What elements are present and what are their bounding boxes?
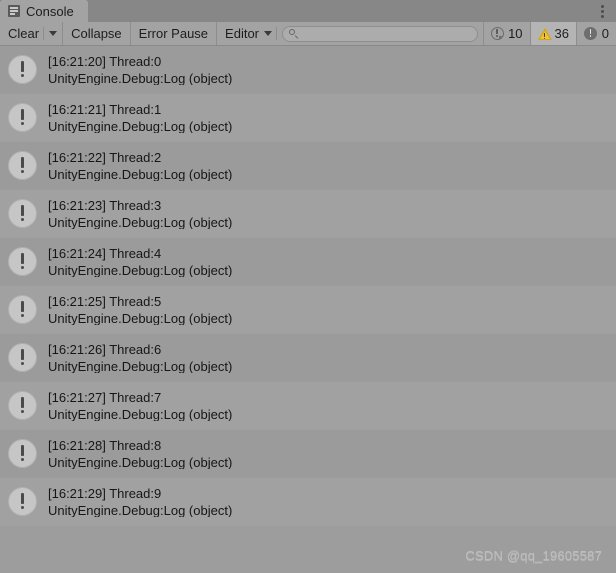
log-row-message: [16:21:22] Thread:2	[48, 150, 162, 165]
log-row-message: [16:21:29] Thread:9	[48, 486, 162, 501]
log-row[interactable]: [16:21:21] Thread:1 UnityEngine.Debug:Log…	[0, 94, 616, 142]
log-bubble-icon	[8, 391, 38, 422]
console-sheet-icon	[8, 5, 20, 17]
log-row[interactable]: [16:21:29] Thread:9 UnityEngine.Debug:Log…	[0, 478, 616, 526]
error-counter[interactable]: 0	[577, 22, 616, 45]
log-bubble-icon	[491, 26, 505, 41]
search-input[interactable]	[282, 25, 479, 42]
tab-console[interactable]: Console	[0, 0, 88, 22]
log-counter[interactable]: 10	[484, 22, 531, 45]
log-row-stacktrace: UnityEngine.Debug:Log (object)	[48, 70, 233, 86]
console-window: Console Clear Collapse Error Pause Edito…	[0, 0, 616, 573]
warning-triangle-icon	[537, 27, 552, 41]
editor-dropdown-button[interactable]: Editor	[217, 22, 277, 45]
log-row-stacktrace: UnityEngine.Debug:Log (object)	[48, 262, 233, 278]
log-counter-value: 10	[508, 26, 523, 41]
warning-counter-value: 36	[554, 26, 569, 41]
log-row-stacktrace: UnityEngine.Debug:Log (object)	[48, 310, 233, 326]
log-row-message: [16:21:28] Thread:8	[48, 438, 162, 453]
log-row-stacktrace: UnityEngine.Debug:Log (object)	[48, 358, 233, 374]
log-row-text: [16:21:23] Thread:3 UnityEngine.Debug:Log…	[48, 199, 232, 229]
log-list[interactable]: [16:21:20] Thread:0 UnityEngine.Debug:Log…	[0, 46, 616, 573]
log-bubble-icon	[8, 199, 38, 230]
error-bubble-icon	[584, 26, 598, 41]
log-row-message: [16:21:25] Thread:5	[48, 294, 162, 309]
log-row-stacktrace: UnityEngine.Debug:Log (object)	[48, 406, 233, 422]
kebab-menu-icon[interactable]	[592, 0, 612, 22]
log-row-text: [16:21:28] Thread:8 UnityEngine.Debug:Log…	[48, 439, 232, 469]
log-row-stacktrace: UnityEngine.Debug:Log (object)	[48, 166, 233, 182]
log-row-text: [16:21:20] Thread:0 UnityEngine.Debug:Log…	[48, 55, 232, 85]
error-counter-value: 0	[601, 26, 609, 41]
log-row-text: [16:21:24] Thread:4 UnityEngine.Debug:Log…	[48, 247, 232, 277]
log-row-message: [16:21:20] Thread:0	[48, 54, 162, 69]
tab-console-label: Console	[26, 3, 74, 19]
collapse-button-label: Collapse	[71, 26, 122, 41]
log-bubble-icon	[8, 487, 38, 518]
log-row-text: [16:21:22] Thread:2 UnityEngine.Debug:Log…	[48, 151, 232, 181]
log-row[interactable]: [16:21:24] Thread:4 UnityEngine.Debug:Log…	[0, 238, 616, 286]
log-row[interactable]: [16:21:23] Thread:3 UnityEngine.Debug:Log…	[0, 190, 616, 238]
log-row-message: [16:21:23] Thread:3	[48, 198, 162, 213]
tab-bar-spacer	[88, 0, 592, 22]
log-row-text: [16:21:25] Thread:5 UnityEngine.Debug:Log…	[48, 295, 232, 325]
log-row[interactable]: [16:21:20] Thread:0 UnityEngine.Debug:Log…	[0, 46, 616, 94]
log-row[interactable]: [16:21:27] Thread:7 UnityEngine.Debug:Log…	[0, 382, 616, 430]
search-icon	[289, 29, 298, 39]
clear-button[interactable]: Clear	[0, 22, 44, 45]
log-row-stacktrace: UnityEngine.Debug:Log (object)	[48, 214, 233, 230]
log-row-text: [16:21:29] Thread:9 UnityEngine.Debug:Log…	[48, 487, 232, 517]
clear-button-label: Clear	[8, 26, 40, 41]
log-row-message: [16:21:26] Thread:6	[48, 342, 162, 357]
log-row-message: [16:21:21] Thread:1	[48, 102, 162, 117]
log-row-text: [16:21:26] Thread:6 UnityEngine.Debug:Log…	[48, 343, 232, 373]
editor-dropdown-label: Editor	[225, 26, 260, 41]
log-row[interactable]: [16:21:26] Thread:6 UnityEngine.Debug:Log…	[0, 334, 616, 382]
console-toolbar: Clear Collapse Error Pause Editor 10 36 …	[0, 22, 616, 46]
log-row-message: [16:21:27] Thread:7	[48, 390, 162, 405]
log-row-stacktrace: UnityEngine.Debug:Log (object)	[48, 502, 233, 518]
clear-dropdown-button[interactable]	[44, 22, 64, 45]
log-row-stacktrace: UnityEngine.Debug:Log (object)	[48, 454, 233, 470]
chevron-down-icon	[49, 31, 58, 36]
log-bubble-icon	[8, 103, 38, 134]
log-row[interactable]: [16:21:28] Thread:8 UnityEngine.Debug:Log…	[0, 430, 616, 478]
log-row-message: [16:21:24] Thread:4	[48, 246, 162, 261]
log-row[interactable]: [16:21:25] Thread:5 UnityEngine.Debug:Log…	[0, 286, 616, 334]
tab-bar: Console	[0, 0, 616, 22]
log-bubble-icon	[8, 247, 38, 278]
log-bubble-icon	[8, 295, 38, 326]
log-row[interactable]: [16:21:22] Thread:2 UnityEngine.Debug:Log…	[0, 142, 616, 190]
log-bubble-icon	[8, 343, 38, 374]
log-row-stacktrace: UnityEngine.Debug:Log (object)	[48, 118, 233, 134]
search-container	[277, 22, 485, 45]
log-row-text: [16:21:27] Thread:7 UnityEngine.Debug:Log…	[48, 391, 232, 421]
log-bubble-icon	[8, 439, 38, 470]
error-pause-button[interactable]: Error Pause	[130, 22, 218, 45]
log-bubble-icon	[8, 55, 38, 86]
log-row-text: [16:21:21] Thread:1 UnityEngine.Debug:Log…	[48, 103, 232, 133]
warning-counter[interactable]: 36	[530, 22, 577, 45]
chevron-down-icon	[264, 31, 273, 36]
error-pause-button-label: Error Pause	[138, 26, 209, 41]
log-bubble-icon	[8, 151, 38, 182]
collapse-button[interactable]: Collapse	[63, 22, 131, 45]
